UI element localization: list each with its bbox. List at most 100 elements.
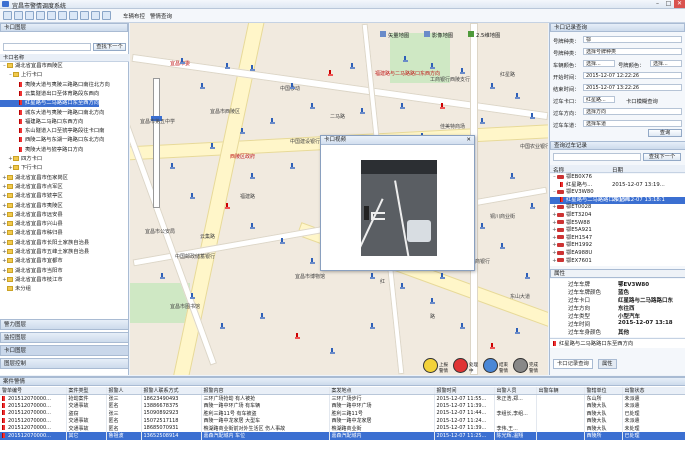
alarm-col-header[interactable]: 报警内容 xyxy=(201,387,330,395)
camera-marker-icon[interactable] xyxy=(328,70,333,76)
camera-marker-icon[interactable] xyxy=(460,68,465,74)
form-field[interactable]: 鄂 xyxy=(583,36,682,43)
left-tab[interactable]: 图层控制 xyxy=(0,358,129,369)
form-field[interactable]: 红星路... xyxy=(583,96,615,103)
form-field[interactable]: 2015-12-07 12:22:26 xyxy=(583,72,682,79)
alarm-row[interactable]: 201512070000... 抢劫案件 张三 18623490493 三环广场抢劫 有… xyxy=(0,394,685,402)
camera-marker-icon[interactable] xyxy=(500,243,505,249)
camera-marker-icon[interactable] xyxy=(440,273,445,279)
tree-item[interactable]: 夷陵大道与夷陵三路路口南往北方向 xyxy=(0,81,110,89)
alarm-row[interactable]: 201512070000... 盗窃 张三 15090892923 胜利三路11号 有车… xyxy=(0,409,685,417)
form-field[interactable]: 选择方向 xyxy=(583,108,682,115)
camera-marker-icon[interactable] xyxy=(200,83,205,89)
alarm-row[interactable]: 201512070000... 交通事故 匿名 18685070931 樵湖路商业街前对… xyxy=(0,424,685,432)
tree-item[interactable]: 云集隧道出口至体育路段东西向 xyxy=(0,90,99,98)
camera-search-input[interactable] xyxy=(3,43,91,51)
tree-item[interactable]: – 上行卡口 xyxy=(0,72,42,79)
camera-marker-icon[interactable] xyxy=(330,348,335,354)
alarm-row[interactable]: 201512070000... 交通事故 匿名 15072517118 西陵一路中龙家居… xyxy=(0,417,685,425)
camera-marker-icon[interactable] xyxy=(290,83,295,89)
tree-item[interactable]: + 湖北省宜昌市当阳市 xyxy=(0,267,63,275)
left-tab[interactable]: 警力图层 xyxy=(0,319,129,330)
camera-marker-icon[interactable] xyxy=(530,203,535,209)
result-find-next-button[interactable]: 查找下一个 xyxy=(643,153,681,161)
tree-item[interactable]: + 湖北省宜昌市五峰土家族自治县 xyxy=(0,249,89,256)
query-button[interactable]: 查询 xyxy=(648,129,682,137)
camera-marker-icon[interactable] xyxy=(280,238,285,244)
zoom-in-icon[interactable] xyxy=(14,11,23,20)
selected-camera-item[interactable]: 红星路与二马路路口东至西方向 xyxy=(550,338,685,348)
camera-marker-icon[interactable] xyxy=(370,273,375,279)
result-search-input[interactable] xyxy=(553,153,641,161)
camera-marker-icon[interactable] xyxy=(400,283,405,289)
alarm-col-header[interactable]: 出警状态 xyxy=(622,387,685,395)
form-label[interactable]: 卡口模糊查询 xyxy=(626,97,658,105)
alarm-col-header[interactable]: 案发地点 xyxy=(329,387,435,395)
record-item[interactable]: – 鄂EB0X76 xyxy=(550,174,685,181)
record-item[interactable]: + 鄂ET0028 xyxy=(550,204,685,211)
record-item[interactable]: + 鄂ET3204 xyxy=(550,212,685,219)
camera-marker-icon[interactable] xyxy=(350,63,355,69)
camera-marker-icon[interactable] xyxy=(400,103,405,109)
alarm-row[interactable]: 201512070000... 其它 鲁祖波 13652508914 嘉森汽配城内 车位… xyxy=(0,432,685,440)
form-field[interactable]: 选择号牌种类 xyxy=(583,48,682,55)
camera-marker-icon[interactable] xyxy=(360,108,365,114)
alarm-col-header[interactable]: 出警人员 xyxy=(494,387,537,395)
camera-marker-icon[interactable] xyxy=(430,298,435,304)
map-mode-button[interactable]: 矢量地图 xyxy=(380,31,409,39)
tree-item[interactable]: + 湖北省宜昌市兴山县 xyxy=(0,221,63,228)
camera-marker-icon[interactable] xyxy=(525,273,530,279)
camera-marker-icon[interactable] xyxy=(515,328,520,334)
record-item[interactable]: + 鄂EH1992 xyxy=(550,242,685,249)
camera-marker-icon[interactable] xyxy=(225,63,230,69)
tree-item[interactable]: + 湖北省宜昌市秭归县 xyxy=(0,230,63,237)
right-tab[interactable]: 卡口记录查询 xyxy=(553,359,593,369)
vehicle-search-button[interactable]: 车辆布控 xyxy=(123,12,145,20)
camera-marker-icon[interactable] xyxy=(250,173,255,179)
camera-marker-icon[interactable] xyxy=(480,118,485,124)
print-icon[interactable] xyxy=(91,11,100,20)
map-mode-button[interactable]: 2.5维地图 xyxy=(468,31,500,39)
record-item[interactable]: + 鄂E5A921 xyxy=(550,227,685,234)
tree-item[interactable]: + 湖北省宜昌市猇亭区 xyxy=(0,193,63,200)
tree-item[interactable]: + 四方卡口 xyxy=(0,156,42,163)
tree-item[interactable]: 红星路与二马路路口东至西方向 xyxy=(0,100,100,108)
camera-marker-icon[interactable] xyxy=(170,163,175,169)
tree-item[interactable]: 福建路二马路口东西方向 xyxy=(0,118,83,126)
camera-marker-icon[interactable] xyxy=(490,83,495,89)
fullscreen-icon[interactable] xyxy=(69,11,78,20)
alarm-col-header[interactable]: 出警车辆 xyxy=(536,387,585,395)
camera-marker-icon[interactable] xyxy=(490,343,495,349)
tree-item[interactable]: + 湖北省宜昌市枝江市 xyxy=(0,276,63,284)
zoom-slider[interactable] xyxy=(153,78,160,208)
camera-marker-icon[interactable] xyxy=(225,203,230,209)
tree-item[interactable]: 夷陵大道与猇亭路口方向 xyxy=(0,146,83,154)
alarm-col-header[interactable]: 警单编号 xyxy=(0,387,67,395)
alarm-col-header[interactable]: 警辖单位 xyxy=(584,387,623,395)
close-button[interactable]: ✕ xyxy=(674,0,685,8)
tree-item[interactable]: + 湖北省宜昌市远安县 xyxy=(0,211,63,219)
tree-item[interactable]: + 湖北省宜昌市点军区 xyxy=(0,183,63,191)
alarm-col-header[interactable]: 报警人联系方式 xyxy=(141,387,202,395)
record-item[interactable]: 红星路与... 2015-12-07 13:19... xyxy=(550,181,685,189)
tree-item[interactable]: + 湖北省宜昌市伍家岗区 xyxy=(0,174,68,182)
alarm-col-header[interactable]: 报警时间 xyxy=(434,387,495,395)
layer-icon[interactable] xyxy=(80,11,89,20)
zoom-out-icon[interactable] xyxy=(25,11,34,20)
camera-marker-icon[interactable] xyxy=(515,93,520,99)
tree-item[interactable]: 城东大道与夷陵一路路口南北方向 xyxy=(0,109,104,117)
camera-marker-icon[interactable] xyxy=(250,223,255,229)
camera-marker-icon[interactable] xyxy=(260,313,265,319)
left-tab[interactable]: 监控图层 xyxy=(0,332,129,343)
right-tab[interactable]: 属性 xyxy=(598,359,617,369)
tree-item[interactable]: 西陵二路与东湖一路路口东北方向 xyxy=(0,137,104,144)
pan-icon[interactable] xyxy=(36,11,45,20)
camera-marker-icon[interactable] xyxy=(430,63,435,69)
camera-marker-icon[interactable] xyxy=(440,103,445,109)
camera-marker-icon[interactable] xyxy=(290,163,295,169)
maximize-button[interactable]: □ xyxy=(663,0,674,8)
record-item[interactable]: + 鄂EX7601 xyxy=(550,258,685,265)
pointer-icon[interactable] xyxy=(3,11,12,20)
video-dialog[interactable]: 卡口视频 ✕ xyxy=(320,135,475,271)
camera-marker-icon[interactable] xyxy=(460,323,465,329)
